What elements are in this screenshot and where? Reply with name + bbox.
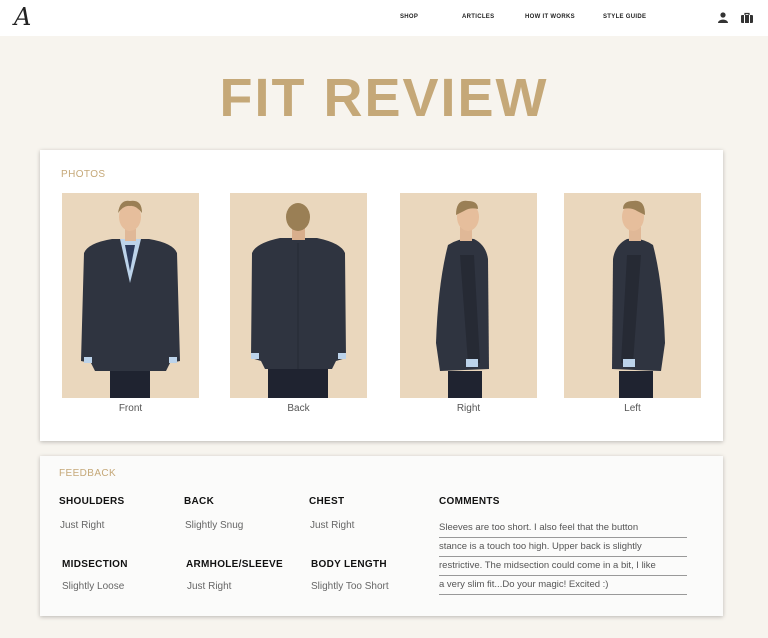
shoulders-value: Just Right <box>60 520 105 531</box>
comment-line: Sleeves are too short. I also feel that … <box>439 519 687 538</box>
body-length-value: Slightly Too Short <box>311 581 389 592</box>
nav-how-it-works-link[interactable]: HOW IT WORKS <box>525 14 575 20</box>
nav-style-guide-link[interactable]: STYLE GUIDE <box>603 14 646 20</box>
photo-left-caption: Left <box>624 403 641 414</box>
left-photo-image <box>564 193 701 398</box>
photo-left[interactable] <box>564 193 701 398</box>
photo-front[interactable] <box>62 193 199 398</box>
photo-right-caption: Right <box>456 403 481 414</box>
brand-logo[interactable]: A <box>14 4 31 30</box>
photos-section-label: PHOTOS <box>61 169 106 180</box>
nav-articles-link[interactable]: ARTICLES <box>462 14 494 20</box>
comment-line: restrictive. The midsection could come i… <box>439 557 687 576</box>
armhole-sleeve-value: Just Right <box>187 581 232 592</box>
top-navigation-bar: A SHOP ARTICLES HOW IT WORKS STYLE GUIDE <box>0 0 768 36</box>
front-photo-image <box>62 193 199 398</box>
body-length-label: BODY LENGTH <box>311 559 387 570</box>
back-label: BACK <box>184 496 215 507</box>
midsection-value: Slightly Loose <box>62 581 125 592</box>
midsection-label: MIDSECTION <box>62 559 128 570</box>
shoulders-label: SHOULDERS <box>59 496 125 507</box>
photos-card: PHOTOS Front Back Right Left <box>40 150 723 441</box>
chest-label: CHEST <box>309 496 345 507</box>
comments-label: COMMENTS <box>439 496 500 507</box>
back-photo-image <box>230 193 367 398</box>
chest-value: Just Right <box>310 520 355 531</box>
page-title: FIT REVIEW <box>219 68 549 128</box>
nav-shop-link[interactable]: SHOP <box>400 14 418 20</box>
back-value: Slightly Snug <box>185 520 244 531</box>
comment-line: stance is a touch too high. Upper back i… <box>439 538 687 557</box>
feedback-section-label: FEEDBACK <box>59 468 117 479</box>
armhole-sleeve-label: ARMHOLE/SLEEVE <box>186 559 283 570</box>
photo-back-caption: Back <box>287 403 310 414</box>
user-icon[interactable] <box>718 12 728 23</box>
shopping-bag-icon[interactable] <box>741 12 753 23</box>
comment-line: a very slim fit...Do your magic! Excited… <box>439 576 687 595</box>
feedback-card: FEEDBACK SHOULDERS Just Right BACK Sligh… <box>40 456 723 616</box>
photo-right[interactable] <box>400 193 537 398</box>
photo-back[interactable] <box>230 193 367 398</box>
right-photo-image <box>400 193 537 398</box>
photo-front-caption: Front <box>118 403 143 414</box>
